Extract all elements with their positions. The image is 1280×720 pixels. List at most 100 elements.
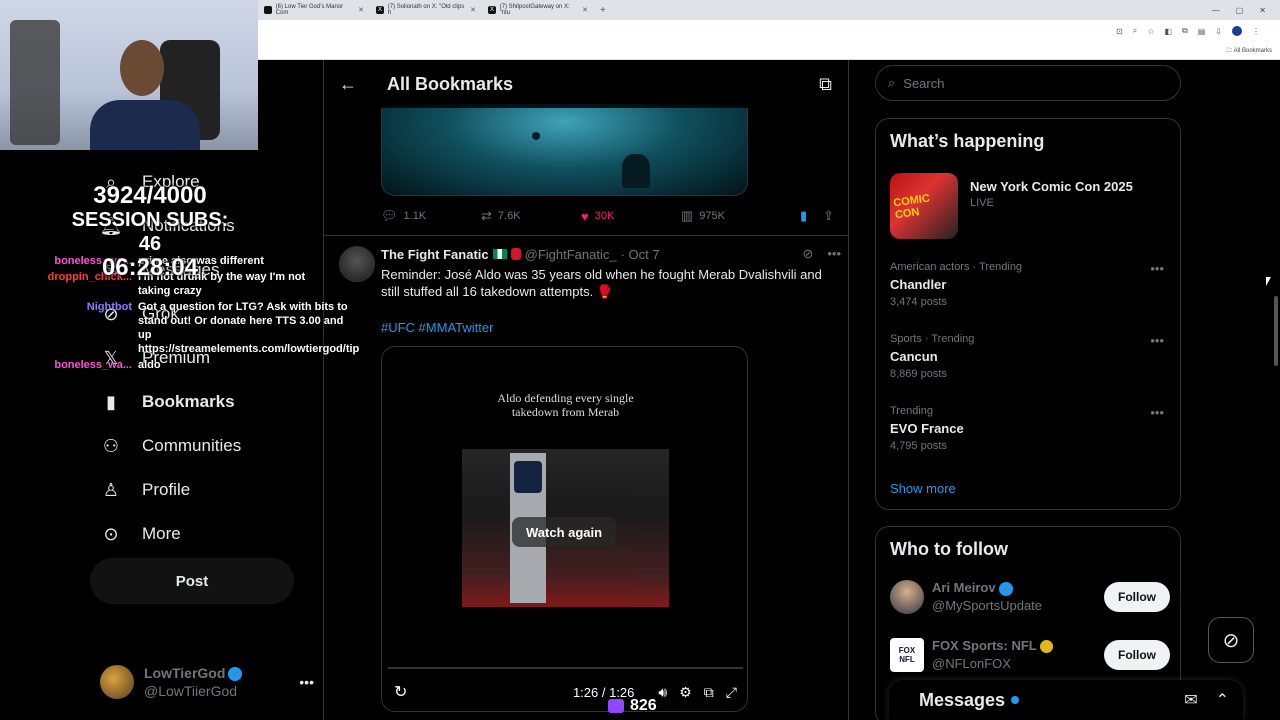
reply-count: 1.1K xyxy=(403,210,427,222)
install-icon[interactable]: ⊡ xyxy=(1116,27,1123,36)
minimize-icon[interactable]: — xyxy=(1212,6,1220,15)
bookmark-folder-icon[interactable]: ⧉ xyxy=(819,74,832,95)
more-dots-icon[interactable]: ••• xyxy=(299,674,314,690)
page-title: All Bookmarks xyxy=(387,73,514,94)
reply-button[interactable]: 💬︎ 1.1K xyxy=(381,208,481,224)
messages-drawer[interactable]: Messages ✉ ⌃ xyxy=(889,680,1243,720)
follow-handle: @MySportsUpdate xyxy=(932,598,1043,613)
follow-name: Ari Meirov xyxy=(932,580,996,595)
profile-avatar-icon[interactable] xyxy=(1232,26,1242,36)
grok-explain-icon[interactable]: ⊘ xyxy=(802,246,813,262)
tweet-hashtags[interactable]: #UFC #MMATwitter xyxy=(381,320,493,335)
chat-username: Nightbot xyxy=(86,301,132,313)
browser-tab[interactable]: X (7) ShitpostGateway on X: "ntu ✕ xyxy=(482,1,594,19)
extension-icon[interactable]: ◧ xyxy=(1164,27,1172,36)
drawer-actions: ✉ ⌃ xyxy=(1184,690,1229,710)
trend-item[interactable]: Trending EVO France 4,795 posts ••• xyxy=(890,405,1170,457)
tweet-author-handle[interactable]: @FightFanatic_ xyxy=(525,247,617,262)
post-button[interactable]: Post xyxy=(90,558,294,604)
browser-tab[interactable]: X (7) Solionath on X: "Old clips h ✕ xyxy=(370,1,482,19)
event-status: LIVE xyxy=(970,197,994,209)
replay-icon[interactable]: ↻ xyxy=(394,682,407,702)
stream-timer: 06:28:04 xyxy=(101,254,199,281)
search-box[interactable]: ⌕ xyxy=(875,65,1181,101)
new-message-icon[interactable]: ✉ xyxy=(1184,690,1197,710)
follow-suggestion[interactable]: FOX NFL FOX Sports: NFL @NFLonFOX Follow xyxy=(890,633,1170,677)
show-more-link[interactable]: Show more xyxy=(890,481,956,496)
trend-item[interactable]: American actors · Trending Chandler 3,47… xyxy=(890,261,1170,313)
page-scrollbar[interactable] xyxy=(1272,60,1280,720)
account-switcher[interactable]: LowTierGod ✓ @LowTiierGod ••• xyxy=(100,662,314,702)
video-caption-line: Aldo defending every single xyxy=(497,391,634,405)
maximize-icon[interactable]: ▢ xyxy=(1236,6,1244,15)
zoom-icon[interactable]: ⌕ xyxy=(1133,26,1137,36)
repost-button[interactable]: ⇄ 7.6K xyxy=(481,208,581,224)
tweet[interactable]: The Fight Fanatic @FightFanatic_ · Oct 7… xyxy=(324,236,848,720)
fullscreen-icon[interactable]: ⤢ xyxy=(726,684,737,701)
browser-tab[interactable]: (6) Low Tier God's Manor Com ✕ xyxy=(258,1,370,19)
nav-item-more[interactable]: ⊙ More xyxy=(90,512,322,556)
previous-tweet-media[interactable] xyxy=(381,104,748,196)
nav-label: Profile xyxy=(142,480,191,499)
settings-gear-icon[interactable]: ⚙ xyxy=(679,684,692,701)
watch-again-button[interactable]: Watch again xyxy=(512,517,617,547)
views-button[interactable]: ▥ 975K xyxy=(681,208,781,224)
nav-item-communities[interactable]: ⚇ Communities xyxy=(90,424,322,468)
new-tab-icon[interactable]: + xyxy=(594,5,612,16)
puzzle-icon[interactable]: ⧉ xyxy=(1182,26,1188,36)
bits-icon xyxy=(608,699,624,713)
trend-more-icon[interactable]: ••• xyxy=(1150,333,1164,348)
scrollbar-thumb[interactable] xyxy=(1274,296,1278,366)
sidebar-icon[interactable]: ▤ xyxy=(1198,27,1206,36)
follow-suggestion[interactable]: Ari Meirov ✓ @MySportsUpdate Follow xyxy=(890,575,1170,619)
video-player[interactable]: Aldo defending every single takedown fro… xyxy=(381,346,748,712)
nav-item-bookmarks[interactable]: ▮ Bookmarks xyxy=(90,380,322,424)
tweet-author-name[interactable]: The Fight Fanatic xyxy=(381,247,489,262)
sub-goal-counter: 3924/4000 SESSION SUBS: 46 06:28:04 xyxy=(70,184,230,280)
tab-close-icon[interactable]: ✕ xyxy=(582,6,588,14)
follow-button[interactable]: Follow xyxy=(1104,582,1170,612)
search-icon: ⌕ xyxy=(888,75,896,90)
menu-icon[interactable]: ⋮ xyxy=(1252,27,1260,36)
nav-label: Communities xyxy=(142,436,242,455)
fox-nfl-logo: FOX NFL xyxy=(890,638,924,672)
event-card[interactable]: COMIC CON New York Comic Con 2025 LIVE xyxy=(890,173,1170,239)
tweet-date[interactable]: · Oct 7 xyxy=(621,247,660,262)
trend-item[interactable]: Sports · Trending Cancun 8,869 posts ••• xyxy=(890,333,1170,385)
trend-more-icon[interactable]: ••• xyxy=(1150,261,1164,276)
tweet-more-icon[interactable]: ••• xyxy=(827,246,841,262)
follow-button[interactable]: Follow xyxy=(1104,640,1170,670)
trend-more-icon[interactable]: ••• xyxy=(1150,405,1164,420)
trend-topic: EVO France xyxy=(890,421,964,436)
session-subs: SESSION SUBS: 46 xyxy=(71,209,229,255)
all-bookmarks-link[interactable]: All Bookmarks xyxy=(1234,48,1272,54)
tab-close-icon[interactable]: ✕ xyxy=(470,6,476,14)
account-handle: @LowTiierGod xyxy=(144,683,238,699)
nav-item-profile[interactable]: ♙ Profile xyxy=(90,468,322,512)
previous-tweet-right-actions: ▮ ⇪ xyxy=(800,208,834,224)
tab-close-icon[interactable]: ✕ xyxy=(358,6,364,14)
bookmark-filled-icon[interactable]: ▮ xyxy=(800,208,807,224)
video-progress-bar[interactable] xyxy=(388,667,743,669)
star-icon[interactable]: ☆ xyxy=(1147,27,1154,36)
search-input[interactable] xyxy=(903,75,1144,91)
account-names: LowTierGod ✓ @LowTiierGod xyxy=(144,664,243,700)
tweet-avatar[interactable] xyxy=(339,246,375,282)
trend-count: 3,474 posts xyxy=(890,296,947,308)
share-icon[interactable]: ⇪ xyxy=(823,208,834,224)
like-button[interactable]: ♥ 30K xyxy=(581,209,681,224)
downloads-icon[interactable]: ⇩ xyxy=(1215,27,1222,36)
chat-message: Got a question for LTG? Ask with bits to… xyxy=(138,301,360,355)
volume-icon[interactable]: 🔊︎ xyxy=(658,684,667,701)
follow-name: FOX Sports: NFL xyxy=(932,638,1037,653)
pip-icon[interactable]: ⧉ xyxy=(704,684,714,701)
mouse-cursor-icon xyxy=(1266,277,1271,286)
close-window-icon[interactable]: ✕ xyxy=(1259,6,1266,15)
expand-chevron-icon[interactable]: ⌃ xyxy=(1216,690,1229,710)
back-arrow-icon[interactable]: ← xyxy=(324,74,372,95)
tweet-header: The Fight Fanatic @FightFanatic_ · Oct 7… xyxy=(381,246,841,262)
follow-names: FOX Sports: NFL @NFLonFOX xyxy=(932,637,1053,673)
grok-floating-icon[interactable]: ⊘ xyxy=(1208,617,1254,663)
more-circle-icon: ⊙ xyxy=(103,523,119,544)
tweet-header-actions: ⊘ ••• xyxy=(802,246,841,262)
